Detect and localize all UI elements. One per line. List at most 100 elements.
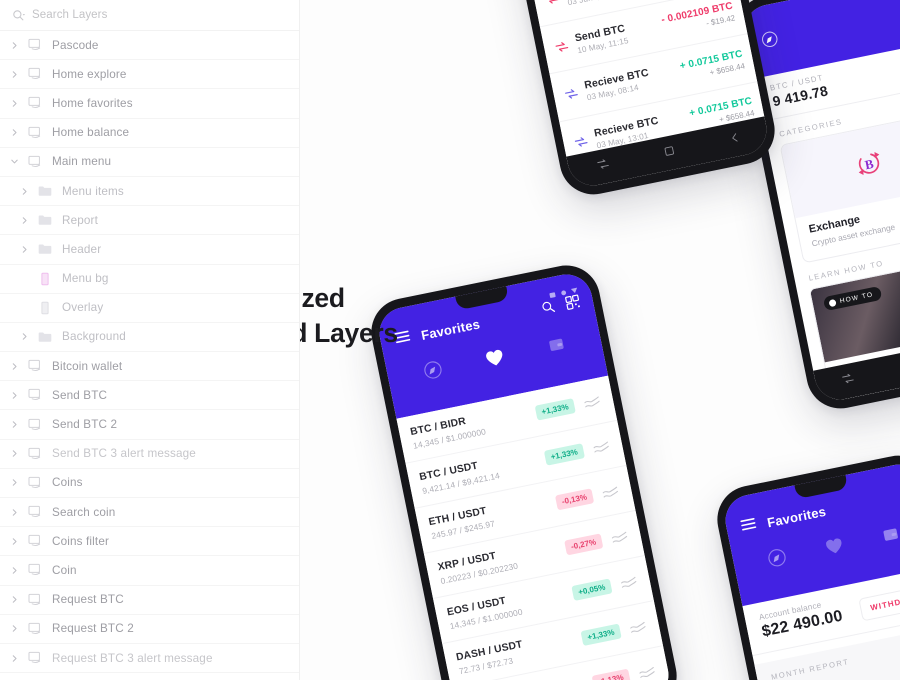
- rect-pink-icon: [41, 272, 49, 286]
- layer-icon-wrap: [24, 651, 46, 665]
- layer-icon-wrap: [24, 563, 46, 577]
- artboard-icon: [28, 388, 43, 402]
- chevron-right-icon[interactable]: [4, 128, 24, 137]
- tab-wallet[interactable]: [881, 525, 900, 550]
- layer-row[interactable]: Home explore: [0, 60, 299, 90]
- layer-row[interactable]: Request BTC 2: [0, 615, 299, 644]
- chevron-right-icon[interactable]: [4, 41, 24, 50]
- device-notch: [455, 285, 510, 311]
- transfer-arrows-icon: [543, 0, 561, 6]
- layer-row[interactable]: BTC Address: [0, 673, 299, 680]
- layer-row[interactable]: Coins: [0, 469, 299, 498]
- layer-name: Header: [62, 242, 102, 256]
- layer-icon-wrap: [24, 38, 46, 52]
- chevron-right-icon[interactable]: [4, 99, 24, 108]
- recents-icon[interactable]: [595, 156, 611, 176]
- layer-row[interactable]: Send BTC 2: [0, 410, 299, 440]
- chevron-right-icon[interactable]: [4, 595, 24, 604]
- layer-name: Send BTC 3 alert message: [52, 447, 196, 461]
- layer-row[interactable]: Send BTC: [0, 381, 299, 411]
- coin-list[interactable]: BTC / BIDR 14,345 / $1.000000 +1,33% BTC / …: [396, 375, 674, 680]
- artboard-icon: [28, 67, 43, 81]
- tab-wallet[interactable]: [546, 335, 567, 360]
- layer-icon-wrap: [34, 272, 56, 286]
- artboard-icon: [28, 622, 43, 636]
- layer-row[interactable]: Menu bg: [0, 265, 299, 294]
- device-notch: [794, 473, 849, 500]
- layer-row[interactable]: Coin: [0, 556, 299, 586]
- layer-icon-wrap: [24, 155, 46, 169]
- layer-icon-wrap: [24, 505, 46, 519]
- chevron-right-icon[interactable]: [4, 391, 24, 400]
- layer-row[interactable]: Coins filter: [0, 527, 299, 557]
- phone-screen: Send BTC11 July, 17:05- 0.043010 BTC- $3…: [510, 0, 772, 191]
- chevron-right-icon[interactable]: [4, 478, 24, 487]
- layer-row[interactable]: Request BTC: [0, 586, 299, 615]
- layer-row[interactable]: Pascode: [0, 31, 299, 61]
- phone-mockup-transactions: Send BTC11 July, 17:05- 0.043010 BTC- $3…: [501, 0, 781, 201]
- layer-row[interactable]: Header: [0, 235, 299, 265]
- rect-gray-icon: [41, 301, 49, 315]
- chevron-right-icon[interactable]: [4, 420, 24, 429]
- tab-explore[interactable]: [422, 359, 445, 386]
- artboard-icon: [28, 155, 43, 169]
- artboard-icon: [28, 418, 43, 432]
- layer-name: Request BTC 2: [52, 622, 134, 636]
- layer-icon-wrap: [24, 447, 46, 461]
- screenshot-canvas: Pascode Home explore Home favorites Home ba…: [0, 0, 900, 680]
- balance-text-group: Account balance $22 490.00: [758, 597, 844, 642]
- sparkline-icon: [636, 665, 658, 679]
- search-icon: [12, 9, 25, 22]
- layer-name: Report: [62, 213, 98, 227]
- layer-name: Pascode: [52, 38, 99, 52]
- home-icon[interactable]: [662, 143, 677, 163]
- chevron-right-icon[interactable]: [14, 187, 34, 196]
- search-input[interactable]: [32, 9, 232, 21]
- chevron-right-icon[interactable]: [14, 332, 34, 341]
- tab-explore[interactable]: [766, 547, 789, 574]
- chevron-right-icon[interactable]: [4, 624, 24, 633]
- sparkline-icon: [618, 575, 640, 589]
- recents-icon[interactable]: [840, 371, 856, 391]
- layer-row[interactable]: Request BTC 3 alert message: [0, 644, 299, 674]
- layer-icon-wrap: [24, 534, 46, 548]
- layer-row[interactable]: Menu items: [0, 177, 299, 207]
- folder-icon: [38, 214, 52, 226]
- hamburger-menu-icon[interactable]: [739, 516, 759, 538]
- chevron-right-icon[interactable]: [4, 70, 24, 79]
- withdraw-button[interactable]: WITHDRAW: [858, 584, 900, 622]
- search-layers-row[interactable]: [0, 0, 299, 31]
- tab-favorites[interactable]: [824, 536, 846, 561]
- back-icon[interactable]: [727, 130, 742, 150]
- compass-icon[interactable]: [760, 29, 781, 54]
- chevron-right-icon[interactable]: [4, 508, 24, 517]
- layer-row[interactable]: Send BTC 3 alert message: [0, 440, 299, 469]
- chevron-right-icon[interactable]: [4, 449, 24, 458]
- chevron-right-icon[interactable]: [14, 216, 34, 225]
- transfer-arrows-icon: [552, 40, 570, 54]
- layer-icon-wrap: [24, 359, 46, 373]
- chevron-down-icon[interactable]: [4, 157, 24, 166]
- layer-row[interactable]: Home balance: [0, 119, 299, 148]
- sparkline-icon: [600, 485, 622, 499]
- chevron-right-icon[interactable]: [4, 362, 24, 371]
- layer-row[interactable]: Overlay: [0, 294, 299, 323]
- layer-icon-wrap: [34, 214, 56, 226]
- layer-name: Request BTC: [52, 593, 124, 607]
- chevron-right-icon[interactable]: [4, 566, 24, 575]
- layer-list: Pascode Home explore Home favorites Home ba…: [0, 31, 299, 680]
- layer-row[interactable]: Main menu: [0, 148, 299, 177]
- chevron-right-icon[interactable]: [14, 245, 34, 254]
- layer-icon-wrap: [34, 243, 56, 255]
- phone-screen: Favorites Account balance $22 490.00 WIT…: [720, 459, 900, 680]
- layer-row[interactable]: Bitcoin wallet: [0, 352, 299, 382]
- artboard-icon: [28, 447, 43, 461]
- search-icon[interactable]: [540, 299, 558, 320]
- chevron-right-icon[interactable]: [4, 654, 24, 663]
- layer-row[interactable]: Search coin: [0, 498, 299, 528]
- layer-row[interactable]: Background: [0, 323, 299, 353]
- tab-favorites[interactable]: [484, 347, 507, 373]
- chevron-right-icon[interactable]: [4, 537, 24, 546]
- layer-row[interactable]: Home favorites: [0, 89, 299, 119]
- layer-row[interactable]: Report: [0, 206, 299, 236]
